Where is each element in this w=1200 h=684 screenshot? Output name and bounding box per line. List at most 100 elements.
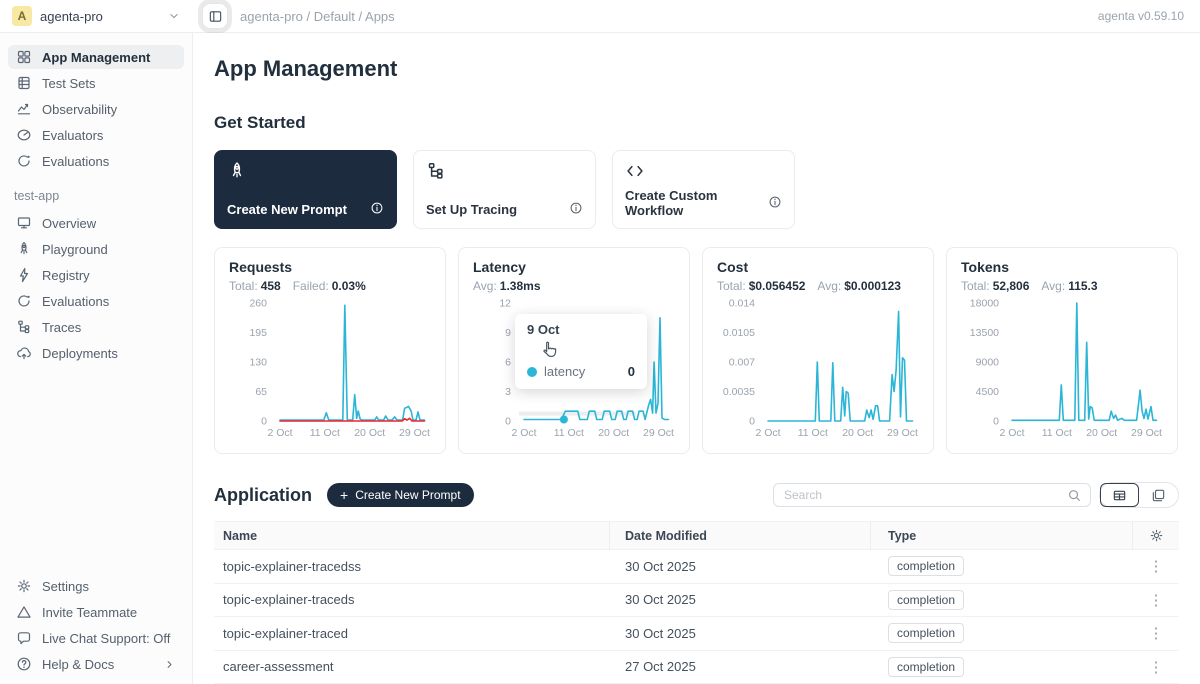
- sidebar-item-label: Observability: [42, 102, 117, 117]
- plus-icon: +: [340, 488, 348, 502]
- row-menu-button[interactable]: ⋮: [1133, 658, 1179, 676]
- search-icon: [1067, 488, 1082, 503]
- table-row-career-assessment[interactable]: career-assessment27 Oct 2025completion⋮: [214, 651, 1179, 684]
- sidebar-item-invite-teammate[interactable]: Invite Teammate: [8, 600, 184, 624]
- search-icon[interactable]: [1067, 488, 1082, 503]
- svg-text:29 Oct: 29 Oct: [399, 427, 430, 439]
- svg-text:0: 0: [505, 416, 511, 428]
- gauge-icon: [16, 127, 32, 143]
- cell-type: completion: [871, 623, 1133, 643]
- cost-line-chart[interactable]: 0.0140.01050.0070.003502 Oct11 Oct20 Oct…: [717, 295, 921, 441]
- svg-text:11 Oct: 11 Oct: [554, 427, 584, 439]
- info-icon[interactable]: [768, 195, 782, 212]
- row-menu-button[interactable]: ⋮: [1133, 591, 1179, 609]
- sidebar-group-label: test-app: [0, 173, 192, 211]
- info-icon[interactable]: [569, 201, 583, 218]
- card-view-button[interactable]: [1139, 483, 1178, 507]
- table-row-topic-explainer-tracedss[interactable]: topic-explainer-tracedss30 Oct 2025compl…: [214, 550, 1179, 584]
- mouse-cursor: [539, 340, 559, 366]
- monitor-icon: [16, 215, 32, 231]
- chart-stat: Avg:$0.000123: [817, 279, 901, 293]
- svg-text:2 Oct: 2 Oct: [755, 427, 780, 439]
- chart-stat: Total:$0.056452: [717, 279, 805, 293]
- rocket-icon: [227, 161, 247, 181]
- table-row-topic-explainer-traced[interactable]: topic-explainer-traced30 Oct 2025complet…: [214, 617, 1179, 651]
- svg-text:11 Oct: 11 Oct: [798, 427, 828, 439]
- sidebar-item-observability[interactable]: Observability: [8, 97, 184, 121]
- table-row-topic-explainer-traceds[interactable]: topic-explainer-traceds30 Oct 2025comple…: [214, 584, 1179, 618]
- cell-name: topic-explainer-traceds: [214, 592, 610, 607]
- type-badge: completion: [888, 556, 964, 576]
- svg-text:29 Oct: 29 Oct: [643, 427, 674, 439]
- sidebar-item-app-management[interactable]: App Management: [8, 45, 184, 69]
- info-icon[interactable]: [370, 201, 384, 218]
- svg-text:9000: 9000: [976, 357, 1000, 369]
- row-menu-button[interactable]: ⋮: [1133, 624, 1179, 642]
- cardview-icon: [1151, 488, 1166, 503]
- sidebar-item-settings[interactable]: Settings: [8, 574, 184, 598]
- grid-icon: [16, 49, 32, 65]
- svg-text:130: 130: [249, 357, 267, 369]
- sidebar-panel-icon: [208, 9, 223, 24]
- table-view-button[interactable]: [1100, 483, 1139, 507]
- column-header-date-modified: Date Modified: [610, 521, 871, 550]
- cell-name: topic-explainer-tracedss: [214, 559, 610, 574]
- svg-text:20 Oct: 20 Oct: [354, 427, 385, 439]
- create-new-prompt-button[interactable]: + Create New Prompt: [327, 483, 474, 507]
- info-icon: [370, 201, 384, 215]
- svg-text:29 Oct: 29 Oct: [1131, 427, 1162, 439]
- sidebar-item-live-chat-support-off[interactable]: Live Chat Support: Off: [8, 626, 184, 650]
- create-new-prompt-card[interactable]: Create New Prompt: [214, 150, 397, 229]
- svg-text:65: 65: [255, 386, 267, 398]
- mouse-cursor-icon: [539, 340, 559, 361]
- sidebar-item-label: App Management: [42, 50, 150, 65]
- breadcrumb[interactable]: agenta-pro / Default / Apps: [240, 9, 395, 24]
- sidebar-item-playground[interactable]: Playground: [8, 237, 184, 261]
- table-body: topic-explainer-tracedss30 Oct 2025compl…: [214, 550, 1179, 684]
- table-settings-button[interactable]: [1133, 528, 1179, 543]
- svg-text:20 Oct: 20 Oct: [842, 427, 873, 439]
- applications-table: Name Date Modified Type topic-explainer-…: [214, 521, 1179, 684]
- tracing-icon: [426, 161, 583, 186]
- chart-stats: Avg:1.38ms: [473, 279, 675, 293]
- cloudup-icon: [16, 345, 32, 361]
- tokens-line-chart[interactable]: 18000135009000450002 Oct11 Oct20 Oct29 O…: [961, 295, 1165, 441]
- sidebar-toggle-button[interactable]: [202, 3, 228, 29]
- svg-text:0: 0: [993, 416, 999, 428]
- card-label: Create New Prompt: [227, 202, 347, 217]
- sidebar-item-deployments[interactable]: Deployments: [8, 341, 184, 365]
- help-icon: [16, 656, 32, 672]
- sidebar-item-evaluations[interactable]: Evaluations: [8, 289, 184, 313]
- svg-text:0.007: 0.007: [729, 357, 755, 369]
- search-input[interactable]: [782, 487, 1061, 503]
- cell-type: completion: [871, 657, 1133, 677]
- workspace-switcher[interactable]: A agenta-pro: [0, 6, 193, 26]
- info-icon: [569, 201, 583, 215]
- tree-icon: [16, 319, 32, 335]
- table-view-icon: [1112, 488, 1127, 503]
- set-up-tracing-card[interactable]: Set Up Tracing: [413, 150, 596, 229]
- sidebar-item-evaluators[interactable]: Evaluators: [8, 123, 184, 147]
- sidebar-item-registry[interactable]: Registry: [8, 263, 184, 287]
- sidebar-item-evaluations[interactable]: Evaluations: [8, 149, 184, 173]
- tableview-icon: [1112, 488, 1127, 503]
- sidebar-item-overview[interactable]: Overview: [8, 211, 184, 235]
- panel-icon: [208, 9, 223, 24]
- workspace-name: agenta-pro: [40, 9, 159, 24]
- type-badge: completion: [888, 657, 964, 677]
- tooltip-value: 0: [628, 364, 635, 379]
- sidebar-item-label: Evaluations: [42, 294, 109, 309]
- sidebar-item-traces[interactable]: Traces: [8, 315, 184, 339]
- sidebar-app-nav: OverviewPlaygroundRegistry Evaluations Tra…: [0, 211, 192, 365]
- sidebar-item-help-docs[interactable]: Help & Docs: [8, 652, 184, 676]
- svg-text:6: 6: [505, 357, 511, 369]
- sidebar-item-test-sets[interactable]: Test Sets: [8, 71, 184, 95]
- chart-stat: Total:458: [229, 279, 281, 293]
- sidebar-item-label: Live Chat Support: Off: [42, 631, 170, 646]
- row-menu-button[interactable]: ⋮: [1133, 557, 1179, 575]
- svg-text:3: 3: [505, 386, 511, 398]
- create-custom-workflow-card[interactable]: Create Custom Workflow: [612, 150, 795, 229]
- search-box: [773, 483, 1091, 507]
- requests-line-chart[interactable]: 2601951306502 Oct11 Oct20 Oct29 Oct: [229, 295, 433, 441]
- chevR-icon: [163, 658, 176, 671]
